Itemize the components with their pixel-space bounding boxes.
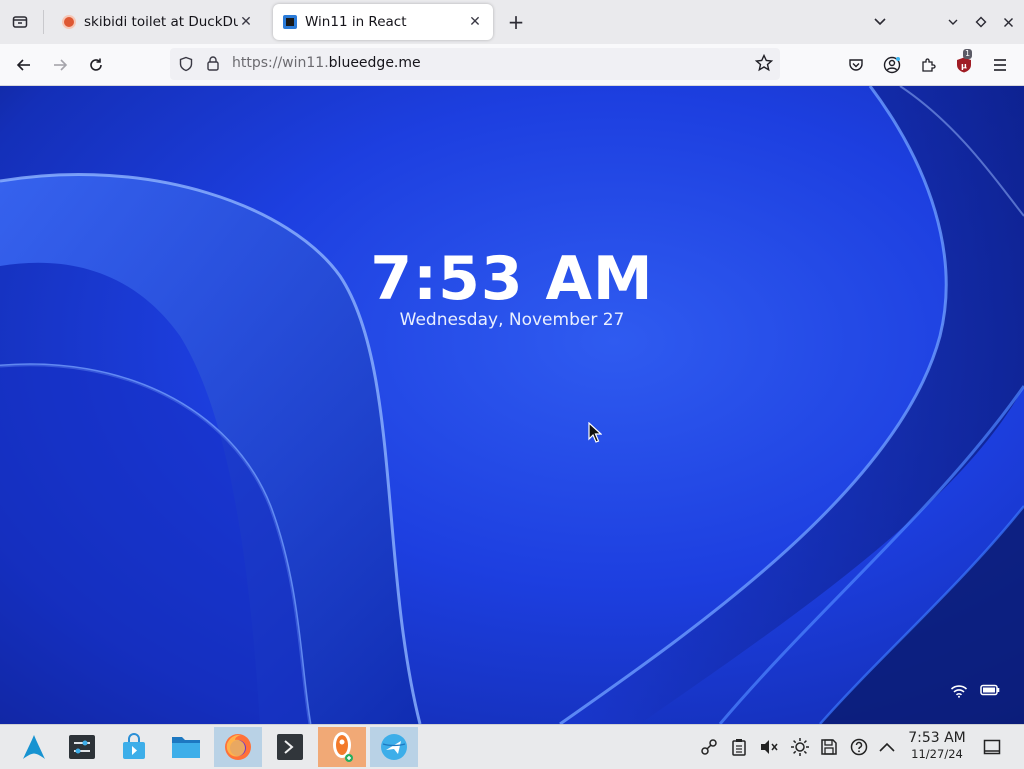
close-tab-icon[interactable]: ✕ — [238, 14, 254, 30]
desktop-icon — [983, 739, 1001, 755]
url-text: https://win11.blueedge.me — [232, 55, 421, 71]
arrow-left-icon — [16, 59, 30, 71]
tray-volume-muted[interactable] — [759, 737, 779, 757]
reload-button[interactable] — [81, 50, 111, 80]
taskbar-firefox[interactable] — [214, 727, 262, 767]
wifi-icon — [950, 685, 968, 698]
close-window-button[interactable] — [996, 8, 1020, 36]
taskbar-plasma-browser[interactable] — [370, 727, 418, 767]
lock-screen[interactable]: 7:53 AM Wednesday, November 27 — [0, 86, 1024, 724]
tray-clipboard[interactable] — [729, 737, 749, 757]
taskbar-terminal[interactable] — [266, 727, 314, 767]
pocket-icon — [849, 59, 863, 71]
tray-expand-button[interactable] — [877, 737, 897, 757]
show-desktop-button[interactable] — [982, 737, 1002, 757]
diamond-icon — [975, 16, 987, 28]
arrow-right-icon — [54, 59, 68, 71]
taskbar-discover[interactable] — [110, 727, 158, 767]
address-bar[interactable]: https://win11.blueedge.me — [170, 48, 780, 80]
clipboard-icon — [732, 739, 746, 756]
menu-button[interactable] — [985, 50, 1015, 80]
list-all-tabs-button[interactable] — [866, 8, 894, 36]
account-button[interactable] — [877, 50, 907, 80]
chevron-down-icon — [874, 18, 886, 26]
tab-title: skibidi toilet at DuckDuckGo — [84, 14, 238, 30]
new-tab-button[interactable]: + — [502, 8, 530, 36]
globe-plane-icon — [381, 734, 407, 760]
chevron-up-icon — [879, 742, 895, 752]
taskbar-file-manager[interactable] — [162, 727, 210, 767]
duckduckgo-favicon-icon — [62, 15, 76, 29]
speaker-muted-icon — [761, 740, 778, 754]
forward-button[interactable] — [45, 50, 75, 80]
taskbar-clock-time[interactable]: 7:53 AM — [902, 731, 972, 746]
tray-disks[interactable] — [819, 737, 839, 757]
lock-icon[interactable] — [206, 55, 220, 76]
battery-icon — [980, 684, 1000, 696]
firefox-view-button[interactable] — [6, 8, 34, 36]
reload-icon — [90, 58, 102, 71]
lock-screen-date: Wednesday, November 27 — [399, 310, 625, 330]
plus-icon: + — [507, 10, 525, 34]
terminal-icon — [277, 734, 303, 760]
lock-screen-status-icons — [950, 684, 1000, 698]
settings-sliders-icon — [69, 735, 95, 759]
extensions-button[interactable] — [913, 50, 943, 80]
firefox-icon — [225, 734, 251, 760]
taskbar-clock-date[interactable]: 11/27/24 — [902, 747, 972, 761]
mouse-cursor-icon — [588, 422, 602, 443]
tray-network-shares[interactable] — [699, 737, 719, 757]
chevron-down-icon — [948, 19, 958, 25]
tray-help[interactable] — [849, 737, 869, 757]
arch-linux-logo-icon — [23, 735, 45, 759]
firefox-view-icon — [12, 16, 28, 28]
wallpaper-bloom — [0, 86, 1024, 724]
tab-title: Win11 in React — [305, 14, 407, 30]
tab-duckduckgo[interactable]: skibidi toilet at DuckDuckGo ✕ — [52, 4, 264, 40]
taskbar-system-settings[interactable] — [58, 727, 106, 767]
close-icon — [1003, 17, 1013, 27]
help-circle-icon — [850, 738, 868, 756]
minimize-button[interactable] — [941, 8, 965, 36]
svg-text:μ: μ — [961, 62, 967, 71]
sun-icon — [791, 738, 809, 756]
ublock-count-badge: 1 — [963, 49, 973, 59]
rocket-icon — [333, 732, 353, 762]
taskbar: 7:53 AM 11/27/24 — [0, 724, 1024, 769]
bookmark-star-icon[interactable] — [754, 53, 774, 77]
tab-strip: skibidi toilet at DuckDuckGo ✕ Win11 in … — [0, 0, 1024, 44]
hamburger-menu-icon — [994, 59, 1006, 71]
folder-icon — [172, 737, 200, 758]
taskbar-spectacle[interactable] — [318, 727, 366, 767]
tracking-protection-shield-icon[interactable] — [178, 56, 194, 76]
tab-win11-react[interactable]: Win11 in React ✕ — [273, 4, 493, 40]
pocket-button[interactable] — [841, 50, 871, 80]
puzzle-icon — [922, 58, 936, 72]
shopping-bag-icon — [123, 733, 145, 759]
application-launcher-button[interactable] — [10, 727, 58, 767]
save-disk-icon — [821, 739, 837, 755]
navigation-toolbar: https://win11.blueedge.me μ 1 — [0, 44, 1024, 86]
account-icon — [883, 56, 901, 74]
win11-favicon-icon — [283, 15, 297, 29]
tray-brightness[interactable] — [790, 737, 810, 757]
maximize-button[interactable] — [969, 8, 993, 36]
lock-screen-clock: 7:53 AM — [370, 244, 654, 314]
tab-separator — [43, 10, 44, 34]
network-icon — [701, 739, 717, 755]
back-button[interactable] — [9, 50, 39, 80]
close-tab-icon[interactable]: ✕ — [467, 14, 483, 30]
